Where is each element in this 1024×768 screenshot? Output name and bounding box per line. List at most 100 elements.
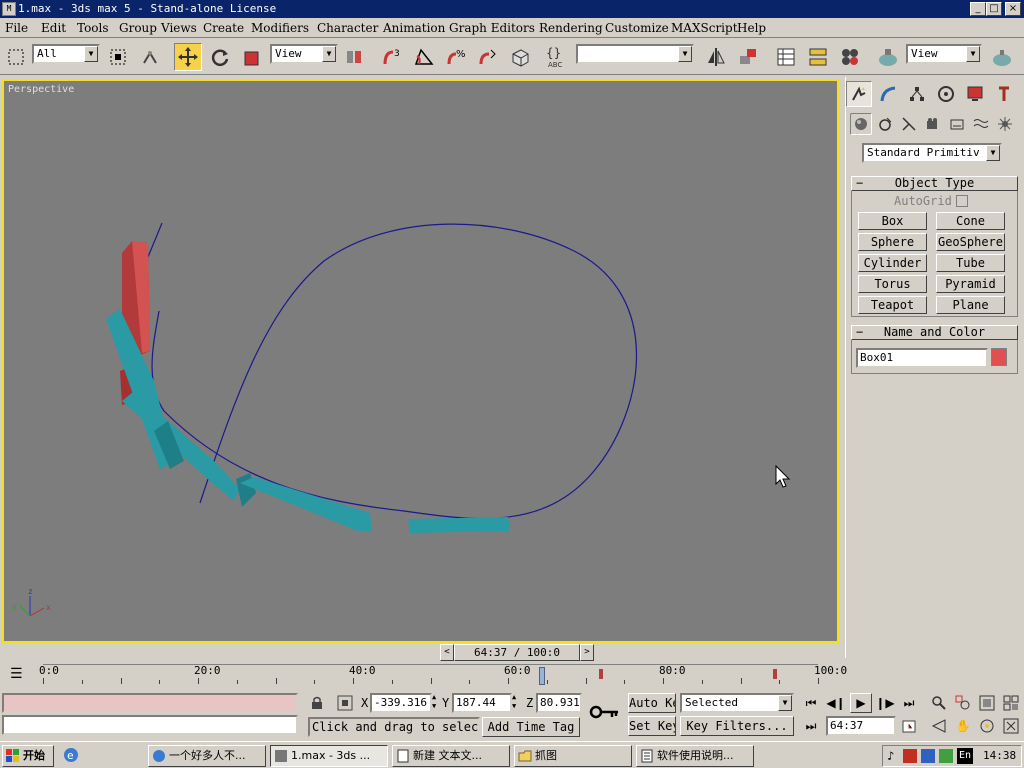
minimize-button[interactable]: _ bbox=[970, 2, 986, 16]
category-dropdown[interactable]: Standard Primitiv ▼ bbox=[862, 143, 1002, 163]
y-coord-field[interactable]: 187.44 bbox=[452, 693, 512, 713]
key-icon[interactable] bbox=[586, 697, 626, 733]
menu-modifiers[interactable]: Modifiers bbox=[251, 21, 309, 35]
modify-tab-icon[interactable] bbox=[875, 81, 901, 107]
align-icon[interactable] bbox=[734, 43, 762, 71]
menu-file[interactable]: File bbox=[5, 21, 28, 35]
motion-tab-icon[interactable] bbox=[933, 81, 959, 107]
tray-app-icon[interactable] bbox=[939, 749, 953, 763]
maximize-button[interactable]: □ bbox=[986, 2, 1002, 16]
pyramid-button[interactable]: Pyramid bbox=[936, 275, 1005, 293]
trackbar[interactable]: ☰ 0:0 20:0 40:0 60:0 80:0 100:0 bbox=[0, 662, 847, 690]
percent-snap-icon[interactable]: % bbox=[442, 43, 470, 71]
menu-views[interactable]: Views bbox=[161, 21, 197, 35]
key-mode-dropdown[interactable]: Selected ▼ bbox=[680, 693, 794, 713]
play-icon[interactable]: ▶ bbox=[850, 693, 872, 713]
display-tab-icon[interactable] bbox=[962, 81, 988, 107]
mirror-icon[interactable] bbox=[702, 43, 730, 71]
name-color-header[interactable]: − Name and Color bbox=[851, 325, 1018, 340]
schematic-view-icon[interactable] bbox=[804, 43, 832, 71]
zoom-extents-icon[interactable] bbox=[976, 693, 998, 713]
perspective-viewport[interactable]: Perspective z x y bbox=[2, 79, 839, 643]
auto-key-button[interactable]: Auto Key bbox=[628, 693, 676, 713]
geometry-subtab-icon[interactable] bbox=[850, 113, 872, 135]
task-item-3dsmax[interactable]: 1.max - 3ds ... bbox=[270, 745, 388, 767]
cone-button[interactable]: Cone bbox=[936, 212, 1005, 230]
select-by-name-icon[interactable] bbox=[136, 43, 164, 71]
x-coord-field[interactable]: -339.316 bbox=[370, 693, 432, 713]
goto-start-icon[interactable]: ⏮ bbox=[800, 693, 822, 713]
teapot-button[interactable]: Teapot bbox=[858, 296, 927, 314]
geosphere-button[interactable]: GeoSphere bbox=[936, 233, 1005, 251]
time-prev-button[interactable]: < bbox=[440, 644, 454, 661]
menu-customize[interactable]: Customize bbox=[605, 21, 669, 35]
time-config-icon[interactable] bbox=[898, 716, 920, 736]
task-item-ie[interactable]: 一个好多人不... bbox=[148, 745, 266, 767]
render-scene-icon[interactable] bbox=[874, 43, 902, 71]
systems-subtab-icon[interactable] bbox=[994, 113, 1016, 135]
move-icon[interactable] bbox=[174, 43, 202, 71]
app-icon[interactable]: M bbox=[2, 2, 16, 16]
time-slider[interactable]: < 64:37 / 100:0 > bbox=[440, 644, 594, 661]
menu-rendering[interactable]: Rendering bbox=[539, 21, 603, 35]
x-spinner-icon[interactable]: ▲ ▼ bbox=[432, 693, 440, 713]
object-color-swatch[interactable] bbox=[991, 348, 1007, 366]
trackbar-menu-icon[interactable]: ☰ bbox=[10, 666, 32, 684]
maximize-viewport-icon[interactable] bbox=[1000, 716, 1022, 736]
time-slider-label[interactable]: 64:37 / 100:0 bbox=[454, 644, 580, 661]
select-region-icon[interactable] bbox=[2, 43, 30, 71]
goto-end-icon[interactable]: ⏭ bbox=[898, 693, 920, 713]
menu-tools[interactable]: Tools bbox=[77, 21, 109, 35]
object-name-field[interactable]: Box01 bbox=[856, 348, 988, 368]
quick-launch-ie-icon[interactable]: e bbox=[62, 746, 84, 766]
angle-snap-icon[interactable] bbox=[410, 43, 438, 71]
task-item-folder[interactable]: 抓图 bbox=[514, 745, 632, 767]
select-object-icon[interactable] bbox=[104, 43, 132, 71]
z-coord-field[interactable]: 80.931 bbox=[536, 693, 582, 713]
current-frame-field[interactable]: 64:37 bbox=[826, 716, 896, 736]
field-of-view-icon[interactable] bbox=[928, 716, 950, 736]
autogrid-checkbox[interactable] bbox=[956, 195, 968, 207]
volume-icon[interactable]: ♪ bbox=[887, 749, 894, 763]
keyframe-marker[interactable] bbox=[599, 669, 603, 679]
track-view-icon[interactable] bbox=[772, 43, 800, 71]
start-button[interactable]: 开始 bbox=[2, 745, 54, 767]
ime-icon[interactable] bbox=[903, 749, 917, 763]
box-button[interactable]: Box bbox=[858, 212, 927, 230]
quick-render-icon[interactable] bbox=[988, 43, 1016, 71]
menu-edit[interactable]: Edit bbox=[41, 21, 66, 35]
spinner-snap-icon[interactable] bbox=[474, 43, 502, 71]
zoom-icon[interactable] bbox=[928, 693, 950, 713]
helpers-subtab-icon[interactable] bbox=[946, 113, 968, 135]
key-filters-button[interactable]: Key Filters... bbox=[680, 716, 794, 736]
named-selection-icon[interactable] bbox=[506, 43, 534, 71]
object-type-header[interactable]: − Object Type bbox=[851, 176, 1018, 191]
next-frame-icon[interactable]: ❙▶ bbox=[874, 693, 896, 713]
arc-rotate-icon[interactable] bbox=[976, 716, 998, 736]
material-editor-icon[interactable] bbox=[836, 43, 864, 71]
absolute-mode-icon[interactable] bbox=[334, 693, 356, 713]
listener-mini-white[interactable] bbox=[2, 715, 298, 735]
render-type-dropdown[interactable]: View ▼ bbox=[906, 44, 982, 64]
trackbar-ruler[interactable]: 0:0 20:0 40:0 60:0 80:0 100:0 bbox=[39, 664, 847, 690]
sphere-button[interactable]: Sphere bbox=[858, 233, 927, 251]
edit-named-selection-icon[interactable]: {} ABC bbox=[542, 43, 570, 71]
menu-group[interactable]: Group bbox=[119, 21, 157, 35]
pan-icon[interactable]: ✋ bbox=[952, 716, 974, 736]
cylinder-button[interactable]: Cylinder bbox=[858, 254, 927, 272]
close-button[interactable]: × bbox=[1005, 2, 1021, 16]
scale-icon[interactable] bbox=[238, 43, 266, 71]
shapes-subtab-icon[interactable] bbox=[874, 113, 896, 135]
plane-button[interactable]: Plane bbox=[936, 296, 1005, 314]
hierarchy-tab-icon[interactable] bbox=[904, 81, 930, 107]
lock-icon[interactable] bbox=[306, 693, 328, 713]
menu-animation[interactable]: Animation bbox=[383, 21, 445, 35]
cameras-subtab-icon[interactable] bbox=[922, 113, 944, 135]
add-time-tag-button[interactable]: Add Time Tag bbox=[482, 717, 580, 737]
menu-maxscript[interactable]: MAXScript bbox=[671, 21, 738, 35]
space-warps-subtab-icon[interactable] bbox=[970, 113, 992, 135]
named-selection-dropdown[interactable]: ▼ bbox=[576, 44, 694, 64]
utilities-tab-icon[interactable] bbox=[991, 81, 1017, 107]
y-spinner-icon[interactable]: ▲ ▼ bbox=[512, 693, 520, 713]
torus-button[interactable]: Torus bbox=[858, 275, 927, 293]
